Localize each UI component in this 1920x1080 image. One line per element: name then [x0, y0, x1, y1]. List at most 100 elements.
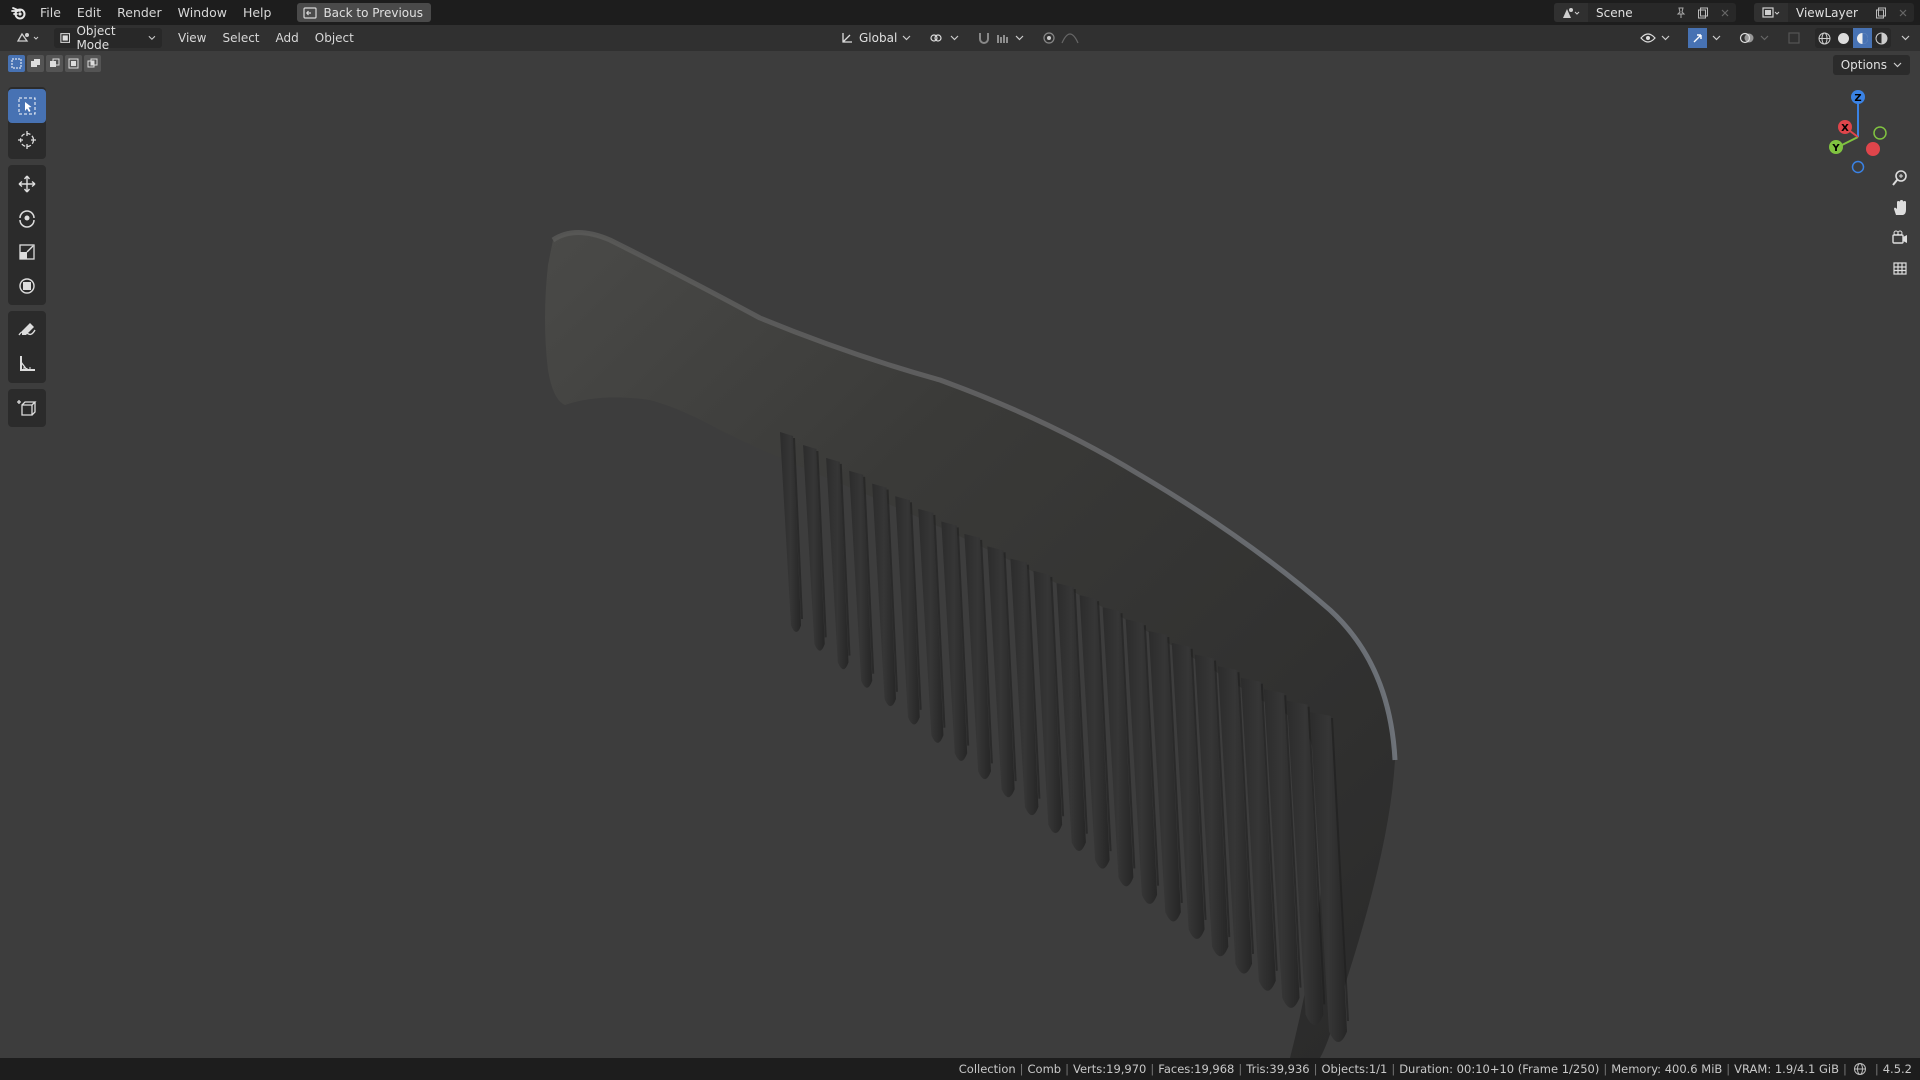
options-dropdown[interactable]: Options — [1832, 55, 1910, 75]
eye-icon — [1640, 33, 1656, 43]
menu-window[interactable]: Window — [170, 0, 235, 25]
status-memory: Memory: 400.6 MiB — [1611, 1062, 1723, 1076]
proportional-edit-icon — [1043, 32, 1055, 44]
status-active-object: Comb — [1027, 1062, 1062, 1076]
material-preview-shading-icon[interactable] — [1853, 28, 1872, 48]
gizmo-neg-x[interactable] — [1866, 142, 1880, 156]
falloff-curve-icon — [1061, 33, 1079, 44]
menu-help[interactable]: Help — [235, 0, 280, 25]
camera-view-icon[interactable] — [1888, 226, 1912, 250]
gizmo-neg-y[interactable] — [1873, 126, 1887, 140]
zoom-icon[interactable] — [1888, 166, 1912, 190]
status-vram: VRAM: 1.9/4.1 GiB — [1734, 1062, 1839, 1076]
select-invert-icon[interactable] — [65, 55, 82, 72]
scene-browse-icon[interactable] — [1554, 3, 1588, 22]
delete-view-layer-icon[interactable] — [1892, 3, 1914, 22]
select-box-tool-icon[interactable] — [8, 89, 46, 123]
shading-mode-group — [1815, 28, 1891, 48]
orthographic-grid-icon[interactable] — [1888, 256, 1912, 280]
header-menu-add[interactable]: Add — [268, 26, 307, 51]
transform-orientation-dropdown[interactable]: Global — [836, 28, 915, 48]
object-mode-dropdown[interactable]: Object Mode — [54, 24, 162, 52]
3d-viewport[interactable]: Options Z Y X — [0, 51, 1920, 1058]
status-tris: Tris:39,936 — [1246, 1062, 1310, 1076]
chevron-down-icon — [1712, 35, 1721, 41]
object-mode-label: Object Mode — [76, 24, 116, 52]
screen-back-icon — [303, 6, 318, 19]
xray-icon — [1788, 32, 1800, 44]
chevron-down-icon — [148, 35, 156, 41]
comb-object[interactable] — [0, 51, 1920, 1058]
view-layer-name-field[interactable]: ViewLayer — [1788, 6, 1870, 20]
wireframe-shading-icon[interactable] — [1815, 28, 1834, 48]
annotate-tool-icon[interactable] — [8, 313, 46, 347]
tool-shelf — [8, 87, 46, 433]
rendered-shading-icon[interactable] — [1872, 28, 1891, 48]
blender-logo-icon[interactable] — [6, 0, 32, 25]
header-menu-object[interactable]: Object — [307, 26, 362, 51]
status-faces: Faces:19,968 — [1158, 1062, 1235, 1076]
transform-tool-icon[interactable] — [8, 269, 46, 303]
gizmo-x-label: X — [1841, 123, 1849, 134]
snap-increment-icon — [997, 35, 1008, 43]
header-menu-view[interactable]: View — [170, 26, 214, 51]
select-set-icon[interactable] — [8, 55, 25, 72]
scene-selector[interactable]: Scene — [1554, 3, 1736, 22]
network-globe-icon[interactable] — [1853, 1062, 1869, 1076]
navigation-gizmo[interactable]: Z Y X — [1818, 87, 1898, 177]
scale-tool-icon[interactable] — [8, 235, 46, 269]
chevron-down-icon — [1893, 62, 1902, 68]
status-version: 4.5.2 — [1882, 1062, 1912, 1076]
select-subtract-icon[interactable] — [46, 55, 63, 72]
options-label: Options — [1840, 58, 1887, 72]
add-cube-tool-icon[interactable] — [8, 391, 46, 425]
visibility-dropdown[interactable] — [1636, 28, 1674, 48]
select-intersect-icon[interactable] — [84, 55, 101, 72]
cursor-tool-icon[interactable] — [8, 123, 46, 157]
snap-toggle[interactable] — [973, 28, 1028, 48]
view-layer-selector[interactable]: ViewLayer — [1754, 3, 1914, 22]
viewport-header: Object Mode View Select Add Object Globa… — [0, 24, 1920, 52]
navigation-buttons — [1888, 166, 1912, 280]
transform-orientation-label: Global — [859, 31, 898, 45]
orientation-axes-icon — [842, 33, 852, 43]
gizmo-z-label: Z — [1854, 93, 1861, 104]
rotate-tool-icon[interactable] — [8, 201, 46, 235]
chevron-down-icon — [950, 35, 959, 41]
move-tool-icon[interactable] — [8, 167, 46, 201]
gizmo-y-label: Y — [1831, 143, 1840, 154]
overlays-icon — [1739, 32, 1754, 44]
status-objects: Objects:1/1 — [1321, 1062, 1388, 1076]
object-mode-icon — [60, 33, 71, 43]
status-duration: Duration: 00:10+10 (Frame 1/250) — [1399, 1062, 1600, 1076]
xray-toggle[interactable] — [1783, 28, 1805, 48]
delete-scene-icon[interactable] — [1714, 3, 1736, 22]
gizmos-toggle[interactable] — [1684, 28, 1725, 48]
view-layer-browse-icon[interactable] — [1754, 3, 1788, 22]
chevron-down-icon[interactable] — [1901, 35, 1910, 41]
menu-file[interactable]: File — [32, 0, 69, 25]
proportional-editing-toggle[interactable] — [1038, 28, 1083, 48]
gizmo-neg-z[interactable] — [1851, 160, 1865, 174]
top-menu-bar: File Edit Render Window Help Back to Pre… — [0, 0, 1920, 25]
overlays-toggle[interactable] — [1735, 28, 1773, 48]
magnet-icon — [979, 33, 990, 44]
pan-hand-icon[interactable] — [1888, 196, 1912, 220]
new-scene-icon[interactable] — [1692, 3, 1714, 22]
pivot-point-dropdown[interactable] — [925, 28, 963, 48]
menu-edit[interactable]: Edit — [69, 0, 109, 25]
header-menu-select[interactable]: Select — [214, 26, 267, 51]
editor-type-button[interactable] — [8, 27, 50, 49]
pin-icon[interactable] — [1670, 3, 1692, 22]
status-bar: Collection | Comb | Verts:19,970 | Faces:19… — [0, 1058, 1920, 1080]
menu-render[interactable]: Render — [109, 0, 170, 25]
chevron-down-icon — [1760, 35, 1769, 41]
solid-shading-icon[interactable] — [1834, 28, 1853, 48]
new-view-layer-icon[interactable] — [1870, 3, 1892, 22]
chevron-down-icon — [1661, 35, 1670, 41]
select-extend-icon[interactable] — [27, 55, 44, 72]
back-to-previous-button[interactable]: Back to Previous — [297, 3, 431, 22]
measure-tool-icon[interactable] — [8, 347, 46, 381]
gizmo-arrows-icon[interactable] — [1688, 28, 1707, 48]
scene-name-field[interactable]: Scene — [1588, 6, 1670, 20]
